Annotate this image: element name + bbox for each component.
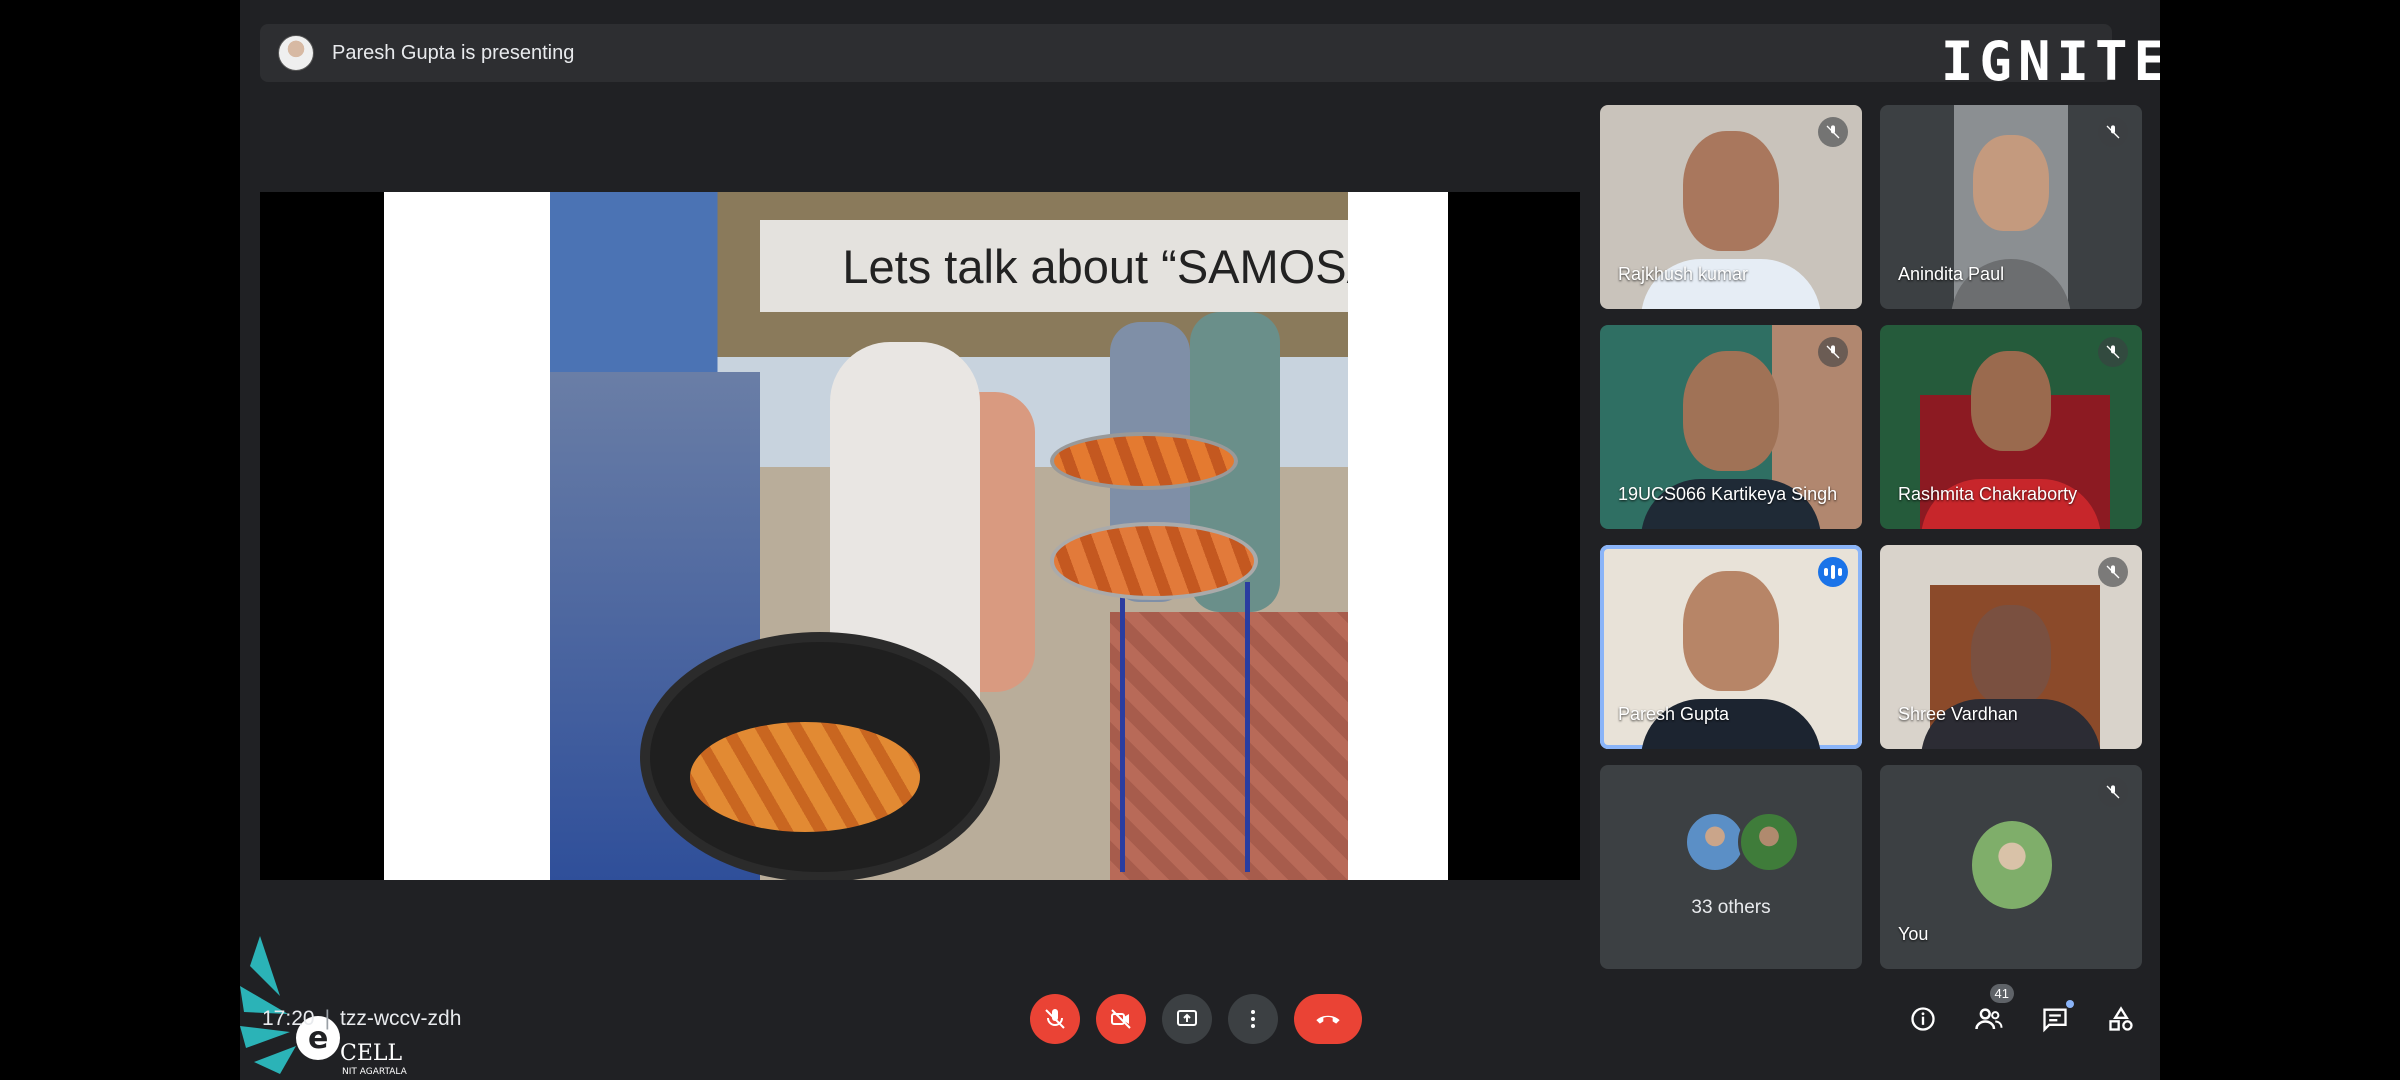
slide: Lets talk about “SAMOSA” (384, 192, 1448, 880)
people-button[interactable]: 41 (1972, 984, 2014, 1036)
mic-off-icon (2098, 337, 2128, 367)
self-tile[interactable]: You (1880, 765, 2142, 969)
self-name: You (1898, 924, 1929, 944)
end-call-icon (1316, 1015, 1340, 1024)
meeting-code[interactable]: tzz-wccv-zdh (340, 1007, 461, 1031)
mic-off-icon (1818, 337, 1848, 367)
meeting-separator: | (324, 1007, 331, 1030)
activities-icon (2109, 1006, 2133, 1031)
people-count-badge: 41 (1989, 984, 2014, 1003)
more-vert-icon (1251, 1010, 1255, 1028)
presentation-stage: Lets talk about “SAMOSA” (260, 192, 1580, 880)
participant-name: Rashmita Chakraborty (1898, 484, 2078, 504)
activities-button[interactable] (2104, 1002, 2138, 1036)
others-avatars (1684, 811, 1800, 873)
samosa-photo: Lets talk about “SAMOSA” (550, 192, 1348, 880)
presenter-avatar (278, 35, 314, 71)
participant-tile[interactable]: Anindita Paul (1880, 105, 2142, 309)
mic-off-icon (1045, 1009, 1065, 1029)
mic-off-icon (1818, 117, 1848, 147)
participant-tile-active-speaker[interactable]: Paresh Gupta (1600, 545, 1862, 749)
camera-toggle-button[interactable] (1096, 994, 1146, 1044)
others-label: 33 others (1691, 897, 1771, 918)
camera-off-icon (1111, 1009, 1131, 1029)
participant-name: Shree Vardhan (1898, 704, 2018, 724)
chat-icon (2043, 1008, 2067, 1033)
presenting-bar[interactable]: Paresh Gupta is presenting (260, 24, 2112, 82)
meet-window: Paresh Gupta is presenting IGNITE Lets t… (240, 0, 2160, 1080)
info-icon (1911, 1007, 1935, 1031)
slide-title: Lets talk about “SAMOSA” (842, 239, 1348, 293)
participant-tile[interactable]: Rashmita Chakraborty (1880, 325, 2142, 529)
meeting-info: 17:20 | tzz-wccv-zdh (262, 1007, 461, 1031)
meeting-time: 17:20 (262, 1007, 315, 1030)
meeting-details-button[interactable] (1906, 1002, 1940, 1036)
ecell-sub-text: NIT AGARTALA (342, 1067, 408, 1077)
participant-tile[interactable]: Shree Vardhan (1880, 545, 2142, 749)
participant-name: Paresh Gupta (1618, 704, 1730, 724)
mic-off-icon (2098, 117, 2128, 147)
mic-toggle-button[interactable] (1030, 994, 1080, 1044)
speaking-indicator-icon (1818, 557, 1848, 587)
end-call-button[interactable] (1294, 994, 1362, 1044)
chat-button[interactable] (2038, 1000, 2074, 1036)
more-options-button[interactable] (1228, 994, 1278, 1044)
present-button[interactable] (1162, 994, 1212, 1044)
slide-title-box: Lets talk about “SAMOSA” (760, 220, 1348, 312)
mic-off-icon (2098, 777, 2128, 807)
presenting-text: Paresh Gupta is presenting (332, 41, 575, 64)
right-toolbar: 41 (1906, 984, 2138, 1036)
call-controls (1030, 994, 1362, 1044)
participant-name: 19UCS066 Kartikeya Singh (1618, 484, 1838, 504)
participant-tile[interactable]: 19UCS066 Kartikeya Singh (1600, 325, 1862, 529)
self-avatar (1972, 821, 2052, 909)
chat-unread-dot (2066, 1000, 2074, 1008)
mic-off-icon (2098, 557, 2128, 587)
ignite-logo: IGNITE (1940, 30, 2160, 93)
ecell-main-text: CELL (340, 1041, 403, 1066)
participant-name: Rajkhush kumar (1618, 264, 1749, 284)
participant-name: Anindita Paul (1898, 264, 2005, 284)
present-icon (1177, 1010, 1197, 1026)
people-icon (1975, 1008, 2003, 1030)
participant-tile[interactable]: Rajkhush kumar (1600, 105, 1862, 309)
others-tile[interactable]: 33 others (1600, 765, 1862, 969)
